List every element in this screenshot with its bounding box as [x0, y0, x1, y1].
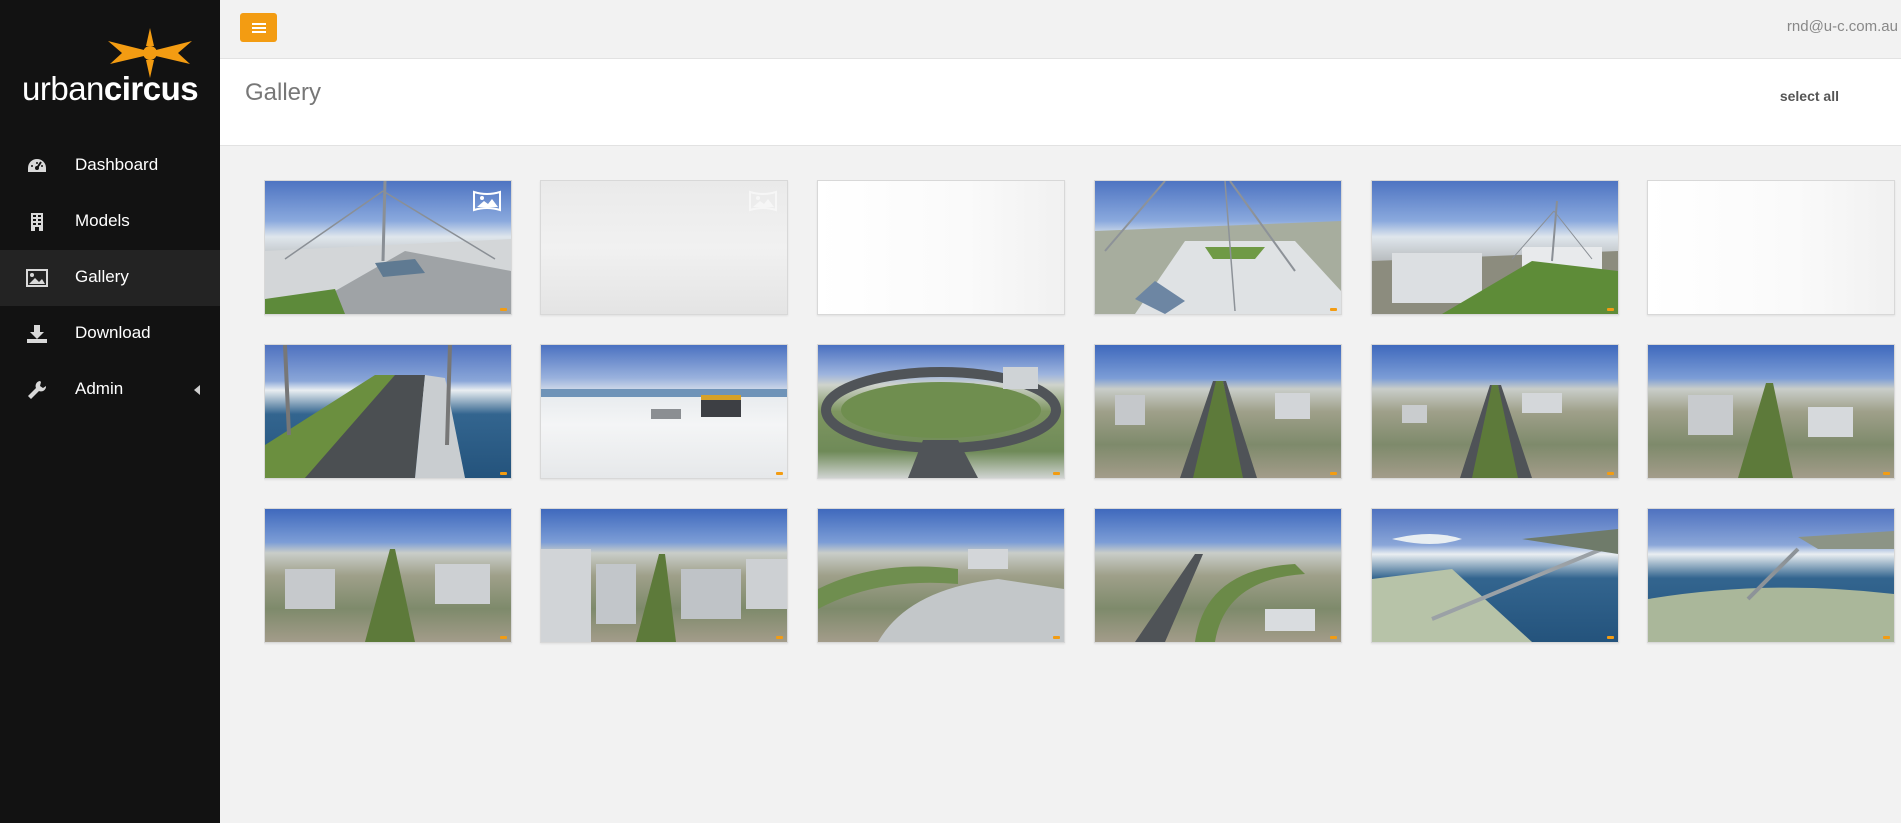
scene-lake-bridge-wide [1648, 531, 1894, 642]
gallery-thumbnail[interactable] [1647, 180, 1895, 315]
watermark-mark [776, 636, 783, 639]
gallery-thumbnail[interactable] [1094, 344, 1342, 479]
sidebar-item-label: Gallery [75, 267, 129, 286]
scene-bridge-lake [265, 345, 465, 478]
watermark-mark [1330, 308, 1337, 311]
sidebar-item-label: Models [75, 211, 130, 230]
download-icon [27, 325, 47, 343]
watermark-mark [1330, 636, 1337, 639]
watermark-mark [1330, 472, 1337, 475]
wrench-icon [28, 381, 47, 399]
sidebar-item-dashboard[interactable]: Dashboard [0, 138, 220, 194]
building-icon [31, 213, 43, 231]
sidebar: urbancircus Dashboard Models Gallery Dow… [0, 0, 220, 823]
hamburger-icon [251, 22, 266, 33]
logo-word-bold: circus [103, 70, 199, 107]
scene-city-avenue [285, 549, 490, 642]
gallery-thumbnail[interactable] [540, 508, 788, 643]
gallery-thumbnail[interactable] [1647, 508, 1895, 643]
gallery-thumbnail[interactable] [264, 344, 512, 479]
watermark-mark [1607, 472, 1614, 475]
sidebar-item-gallery[interactable]: Gallery [0, 250, 220, 306]
scene-flagpole-pyramid [1095, 181, 1341, 314]
watermark-mark [1883, 472, 1890, 475]
chevron-left-icon[interactable] [194, 385, 200, 395]
watermark-mark [500, 308, 507, 311]
gallery-thumbnail[interactable] [1371, 508, 1619, 643]
gallery-thumbnail[interactable] [540, 180, 788, 315]
scene-city-avenue [1688, 383, 1853, 478]
scene-white-roof [541, 389, 787, 419]
page-header: Gallery select all [220, 59, 1901, 146]
gallery-grid [264, 180, 1901, 780]
panorama-icon [749, 190, 777, 212]
gallery-thumbnail[interactable] [817, 344, 1065, 479]
gallery-thumbnail[interactable] [1371, 180, 1619, 315]
sidebar-item-label: Admin [75, 379, 124, 398]
gallery-thumbnail[interactable] [264, 180, 512, 315]
scene-flagpole-lawn [1372, 200, 1618, 314]
watermark-mark [1883, 636, 1890, 639]
watermark-mark [500, 472, 507, 475]
logo-word-light: urban [22, 70, 104, 107]
logo-wordmark: urbancircus [22, 70, 199, 107]
gallery-thumbnail[interactable] [540, 344, 788, 479]
gallery-thumbnail[interactable] [1647, 344, 1895, 479]
watermark-mark [1053, 636, 1060, 639]
panorama-icon [473, 190, 501, 212]
sidebar-item-label: Dashboard [75, 155, 159, 174]
watermark-mark [500, 636, 507, 639]
sidebar-item-admin[interactable]: Admin [0, 362, 220, 418]
user-email[interactable]: rnd@u-c.com.au [1787, 18, 1898, 35]
gallery-thumbnail[interactable] [264, 508, 512, 643]
page-title: Gallery [245, 79, 322, 106]
sidebar-item-models[interactable]: Models [0, 194, 220, 250]
gallery-thumbnail[interactable] [817, 180, 1065, 315]
dashboard-icon [28, 159, 46, 172]
sidebar-item-label: Download [75, 323, 151, 342]
watermark-mark [1607, 308, 1614, 311]
top-bar: rnd@u-c.com.au [220, 0, 1901, 59]
menu-toggle-button[interactable] [240, 13, 277, 42]
scene-city-avenue [1115, 381, 1310, 478]
gallery-thumbnail[interactable] [1094, 508, 1342, 643]
thumbnail-image [818, 181, 1064, 314]
sidebar-item-download[interactable]: Download [0, 306, 220, 362]
watermark-mark [1607, 636, 1614, 639]
select-all-button[interactable]: select all [1780, 88, 1839, 104]
gallery-thumbnail[interactable] [1094, 180, 1342, 315]
gallery-thumbnail[interactable] [817, 508, 1065, 643]
watermark-mark [776, 472, 783, 475]
scene-city-curved-road [818, 549, 1064, 642]
gallery-thumbnail[interactable] [1371, 344, 1619, 479]
image-icon [26, 269, 48, 287]
watermark-mark [1053, 472, 1060, 475]
sidebar-nav: Dashboard Models Gallery Download Admin [0, 138, 220, 418]
thumbnail-image [1648, 181, 1894, 314]
scene-city-interchange [1135, 554, 1315, 642]
scene-city-towers [541, 549, 787, 642]
scene-lake-bridge-aerial [1372, 529, 1618, 642]
scene-roundabout [821, 367, 1061, 478]
scene-city-avenue [1402, 385, 1562, 478]
urban-circus-logo[interactable]: urbancircus [18, 28, 203, 110]
